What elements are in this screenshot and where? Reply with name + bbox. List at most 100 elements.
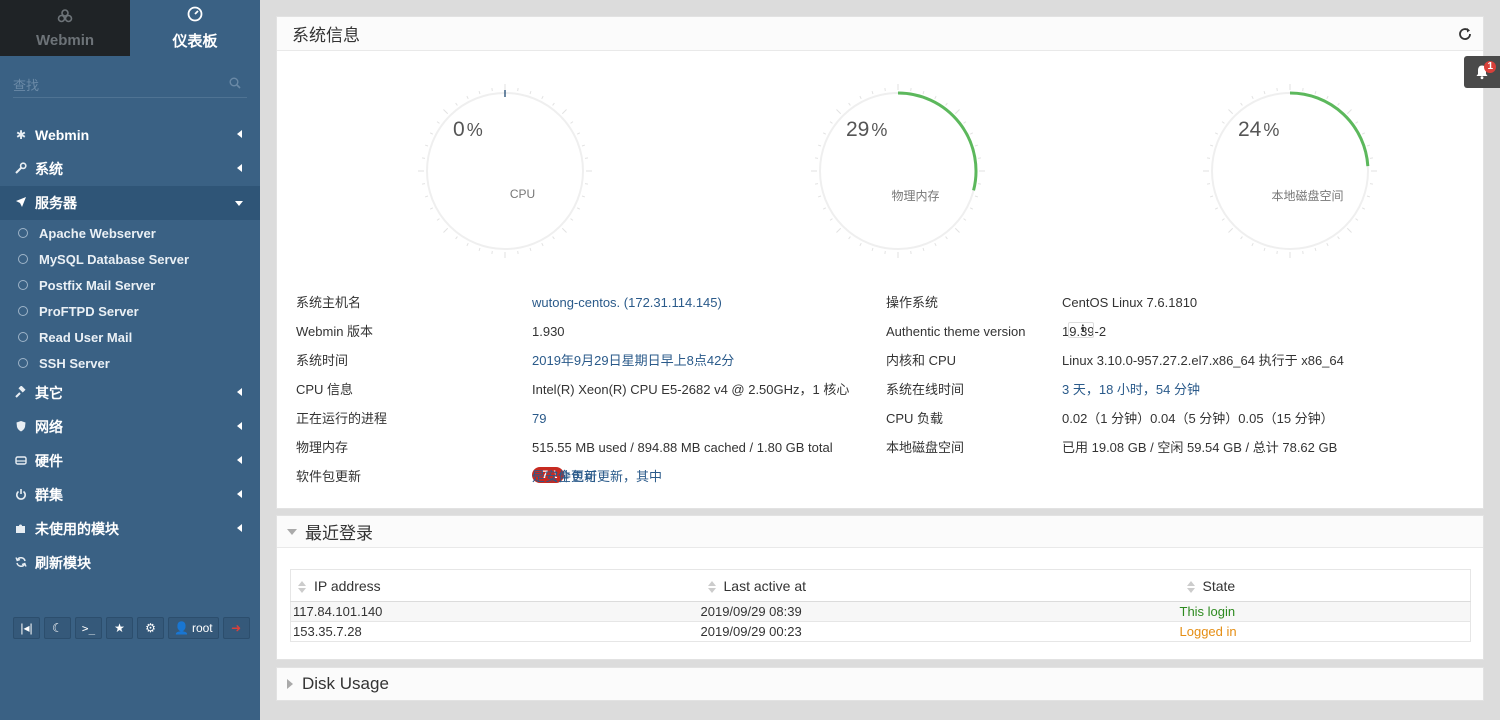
- gauge-dial: [811, 84, 985, 258]
- info-label: 正在运行的进程: [296, 411, 388, 426]
- disk-usage-header[interactable]: Disk Usage: [277, 668, 1483, 700]
- system-info-table: 系统主机名 wutong-centos. (172.31.114.145) 操作…: [296, 293, 1476, 496]
- gauge-tick: [1240, 102, 1243, 106]
- refresh-icon[interactable]: [1457, 26, 1473, 42]
- sidebar-item-servers[interactable]: 服务器: [0, 186, 260, 220]
- tab-webmin[interactable]: Webmin: [0, 0, 130, 56]
- gauge-tick: [934, 95, 937, 100]
- gauge-tick: [1326, 95, 1329, 100]
- gavel-icon: [14, 384, 28, 401]
- sidebar-item-other[interactable]: 其它: [0, 376, 260, 410]
- sidebar-item-hardware[interactable]: 硬件: [0, 444, 260, 478]
- gauge-number: 29: [846, 118, 870, 141]
- gauge-memory: 29% 物理内存: [808, 81, 988, 261]
- sidebar-subitem-proftpd[interactable]: ProFTPD Server: [0, 298, 260, 324]
- sidebar-item-cluster[interactable]: 群集: [0, 478, 260, 512]
- column-header-ip[interactable]: IP address: [290, 569, 701, 602]
- logout-button[interactable]: ➜: [222, 617, 250, 639]
- column-header-state[interactable]: State: [1179, 569, 1471, 602]
- info-button[interactable]: ℹ: [1068, 322, 1094, 338]
- info-value: CentOS Linux 7.6.1810: [1062, 295, 1198, 310]
- sidebar-item-unused-modules[interactable]: 未使用的模块: [0, 512, 260, 546]
- sidebar-item-system[interactable]: 系统: [0, 152, 260, 186]
- sidebar: Webmin 仪表板 ✱ Webmin 系统: [0, 0, 260, 720]
- sidebar-subitem-ssh[interactable]: SSH Server: [0, 350, 260, 376]
- sidebar-search: [13, 74, 247, 98]
- gauge-tick: [871, 247, 874, 252]
- info-row: 物理内存 515.55 MB used / 894.88 MB cached /…: [296, 438, 1476, 467]
- sidebar-subitem-postfix[interactable]: Postfix Mail Server: [0, 272, 260, 298]
- info-row: 正在运行的进程 79 CPU 负载 0.02（1 分钟）0.04（5 分钟）0.…: [296, 409, 1476, 438]
- gauge-tick: [829, 121, 833, 124]
- tab-dashboard-label: 仪表板: [172, 32, 218, 50]
- sidebar-item-webmin[interactable]: ✱ Webmin: [0, 118, 260, 152]
- gauge-tick: [529, 247, 532, 252]
- gauge-tick: [817, 144, 822, 147]
- subitem-label: MySQL Database Server: [39, 251, 190, 267]
- collapse-icon: |◂|: [20, 621, 33, 635]
- info-value: 0.02（1 分钟）0.04（5 分钟）0.05（15 分钟）: [1062, 411, 1334, 426]
- uptime-link[interactable]: 3 天，18 小时，54 分钟: [1062, 380, 1200, 400]
- hostname-link[interactable]: wutong-centos. (172.31.114.145): [532, 293, 722, 313]
- sidebar-item-label: Webmin: [35, 127, 90, 143]
- gauge-tick: [561, 227, 567, 233]
- refresh-icon: [14, 556, 28, 571]
- time-cell: 2019/09/29 08:39: [700, 601, 1180, 622]
- panel-title: 系统信息: [292, 26, 360, 45]
- info-label: 内核和 CPU: [886, 353, 957, 368]
- panel-title: 最近登录: [305, 524, 373, 543]
- sidebar-item-label: 其它: [35, 385, 63, 401]
- toggle-sidebar-button[interactable]: |◂|: [13, 617, 40, 639]
- gauge-tick: [424, 144, 429, 147]
- system-time-link[interactable]: 2019年9月29日星期日早上8点42分: [532, 351, 734, 371]
- gear-icon: ✱: [15, 128, 27, 142]
- gauge-tick: [848, 102, 851, 106]
- info-row: CPU 信息 Intel(R) Xeon(R) CPU E5-2682 v4 @…: [296, 380, 1476, 409]
- recent-logins-header[interactable]: 最近登录: [277, 516, 1483, 548]
- gauge-tick: [859, 95, 862, 100]
- state-cell: Logged in: [1179, 621, 1471, 642]
- user-button[interactable]: 👤 root: [168, 617, 219, 639]
- sidebar-subitem-apache[interactable]: Apache Webserver: [0, 220, 260, 246]
- sidebar-item-label: 刷新模块: [35, 555, 91, 571]
- search-input[interactable]: [13, 74, 247, 96]
- percent-sign: %: [871, 120, 888, 140]
- gauge-dial: [418, 84, 592, 258]
- caret-left-icon: [237, 490, 242, 498]
- gauge-tick: [436, 121, 440, 124]
- gauge-tick: [455, 236, 458, 240]
- gauge-tick: [822, 132, 827, 135]
- processes-link[interactable]: 79: [532, 409, 546, 429]
- notifications-button[interactable]: 1: [1464, 56, 1500, 88]
- gauge-tick: [822, 207, 827, 210]
- info-label: 系统时间: [296, 353, 349, 368]
- sidebar-item-network[interactable]: 网络: [0, 410, 260, 444]
- terminal-button[interactable]: >_: [75, 617, 102, 639]
- expand-triangle-icon: [287, 679, 293, 689]
- gauge-tick: [1214, 132, 1219, 135]
- main-content: 系统信息 0% CPU 29% 物理内存 24% 本地磁盘空间 系统主机名 wu…: [260, 0, 1500, 720]
- info-label: 系统在线时间: [886, 382, 965, 397]
- table-row: 117.84.101.140 2019/09/29 08:39 This log…: [290, 601, 1471, 622]
- search-icon[interactable]: [229, 77, 241, 89]
- subitem-label: SSH Server: [39, 355, 110, 371]
- sidebar-item-label: 群集: [35, 487, 63, 503]
- shield-icon: [14, 420, 28, 435]
- subitem-label: Postfix Mail Server: [39, 277, 156, 293]
- column-header-last-active[interactable]: Last active at: [700, 569, 1180, 602]
- tab-dashboard[interactable]: 仪表板: [130, 0, 260, 56]
- gauge-tick: [1355, 121, 1359, 124]
- sidebar-menu: ✱ Webmin 系统 服务器 Apache Webserver MySQL D…: [0, 118, 260, 580]
- gauge-tick: [1263, 247, 1266, 252]
- sidebar-subitem-readmail[interactable]: Read User Mail: [0, 324, 260, 350]
- puzzle-icon: [14, 522, 28, 537]
- theme-config-button[interactable]: ⚙: [137, 617, 164, 639]
- gauge-tick: [570, 121, 574, 124]
- sidebar-item-refresh-modules[interactable]: 刷新模块: [0, 546, 260, 580]
- sidebar-subitem-mysql[interactable]: MySQL Database Server: [0, 246, 260, 272]
- favorites-button[interactable]: ★: [106, 617, 133, 639]
- night-mode-button[interactable]: ☾: [44, 617, 71, 639]
- info-value: 已用 19.08 GB / 空闲 59.54 GB / 总计 78.62 GB: [1062, 440, 1338, 455]
- circle-icon: [18, 332, 28, 342]
- gauge-tick: [1214, 207, 1219, 210]
